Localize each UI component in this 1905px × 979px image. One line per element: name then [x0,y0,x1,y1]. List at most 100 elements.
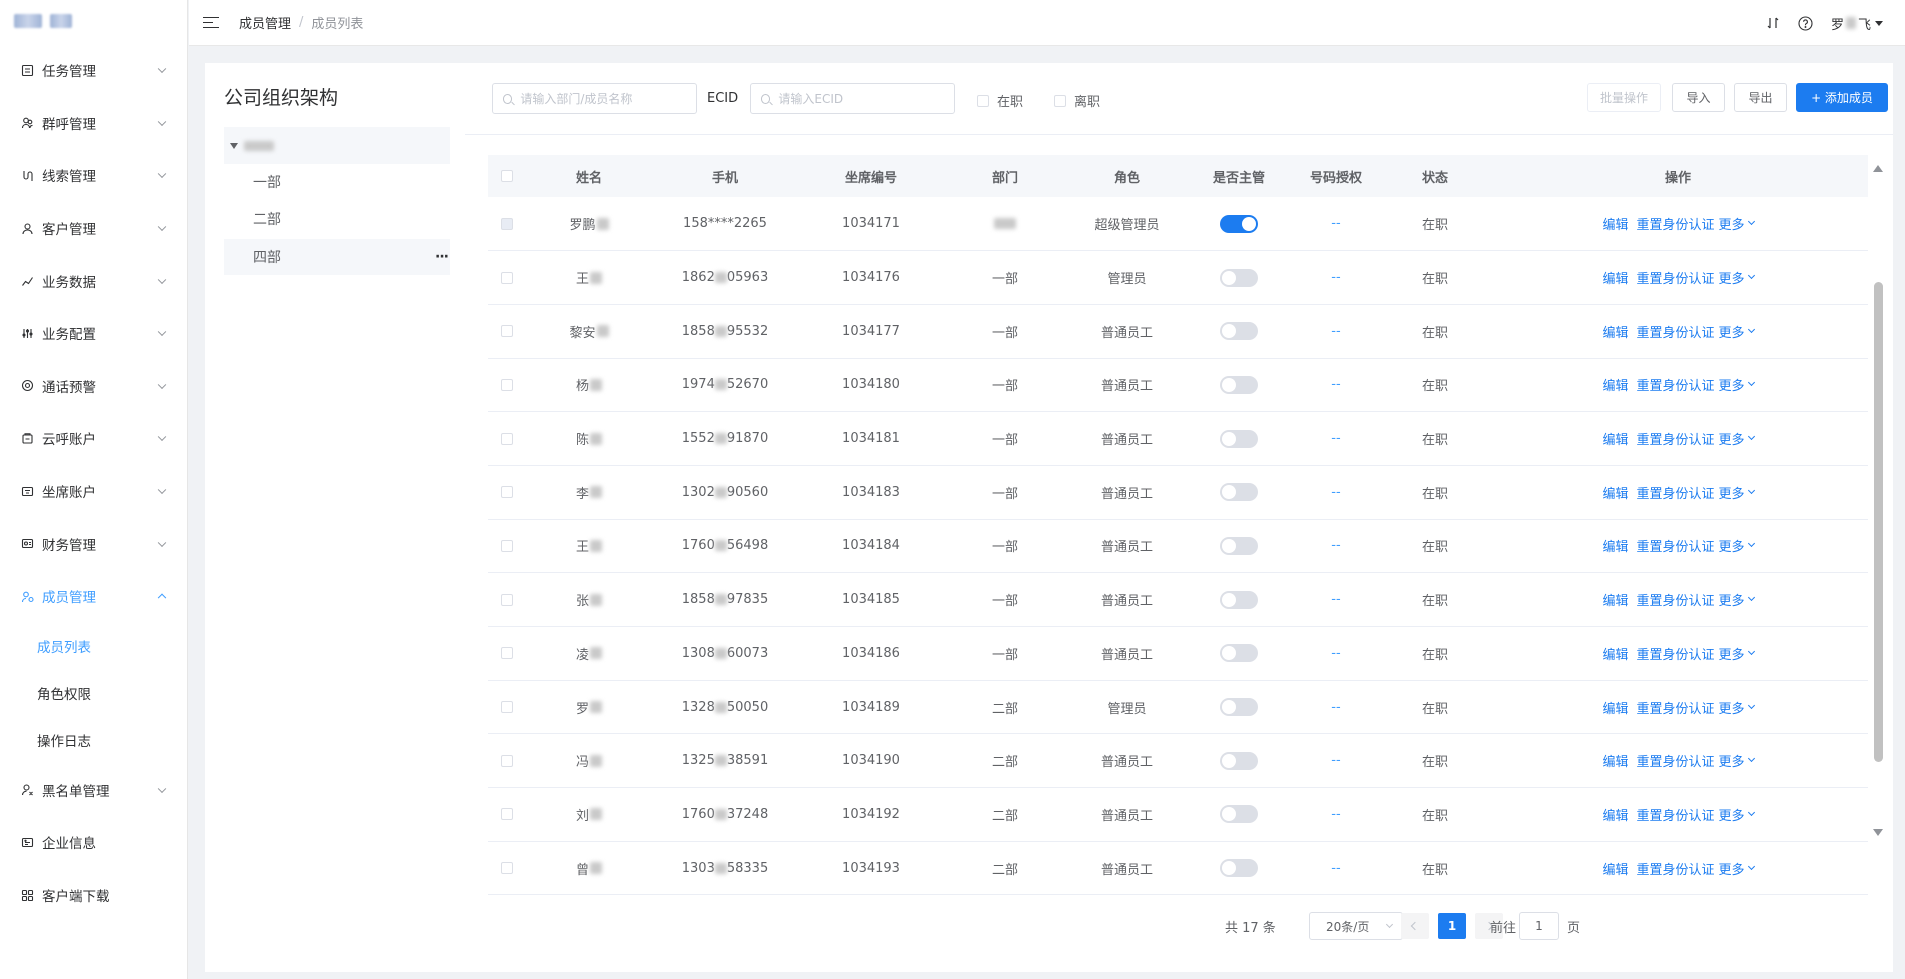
row-select-cell[interactable] [488,626,526,681]
sidebar-subitem-1[interactable]: 角色权限 [0,670,187,717]
row-select-cell[interactable] [488,250,526,305]
row-checkbox[interactable] [501,486,513,499]
more-dropdown[interactable]: 更多 [1719,644,1755,663]
more-dropdown[interactable]: 更多 [1719,751,1755,770]
edit-link[interactable]: 编辑 [1602,322,1628,341]
row-select-cell[interactable] [488,680,526,735]
filter-left-checkbox[interactable]: 离职 [1054,91,1100,110]
prev-page-button[interactable] [1401,913,1429,939]
more-dropdown[interactable]: 更多 [1719,214,1755,233]
page-number-button[interactable]: 1 [1438,913,1466,939]
sidebar-item-group[interactable]: 群呼管理 [0,97,187,150]
manager-toggle[interactable] [1220,375,1258,394]
row-select-cell[interactable] [488,411,526,466]
sidebar-item-route[interactable]: 线索管理 [0,149,187,202]
dept-member-search-field[interactable] [520,91,696,106]
row-select-cell[interactable] [488,197,526,252]
more-dropdown[interactable]: 更多 [1719,590,1755,609]
sidebar-item-company[interactable]: 企业信息 [0,816,187,869]
user-menu[interactable]: 罗 飞 [1831,14,1883,33]
manager-toggle[interactable] [1220,698,1258,717]
manager-toggle[interactable] [1220,859,1258,878]
scroll-up-arrow-icon[interactable] [1873,165,1883,172]
tree-root-node[interactable] [224,127,450,164]
page-size-select[interactable]: 20条/页 [1309,912,1403,940]
more-dropdown[interactable]: 更多 [1719,268,1755,287]
reset-auth-link[interactable]: 重置身份认证 [1636,859,1714,878]
row-select-cell[interactable] [488,572,526,627]
edit-link[interactable]: 编辑 [1602,805,1628,824]
more-dropdown[interactable]: 更多 [1719,805,1755,824]
reset-auth-link[interactable]: 重置身份认证 [1636,375,1714,394]
manager-toggle[interactable] [1220,805,1258,824]
manager-toggle[interactable] [1220,751,1258,770]
reset-auth-link[interactable]: 重置身份认证 [1636,268,1714,287]
filter-active-checkbox[interactable]: 在职 [977,91,1023,110]
reset-auth-link[interactable]: 重置身份认证 [1636,805,1714,824]
search-input[interactable] [492,83,697,114]
row-checkbox[interactable] [501,862,513,875]
import-button[interactable]: 导入 [1672,83,1725,112]
sort-icon[interactable] [1766,16,1780,30]
more-dropdown[interactable]: 更多 [1719,322,1755,341]
checkbox[interactable] [1054,94,1066,107]
row-select-cell[interactable] [488,304,526,359]
sidebar-item-seat-account[interactable]: 坐席账户 [0,465,187,518]
edit-link[interactable]: 编辑 [1602,698,1628,717]
edit-link[interactable]: 编辑 [1602,859,1628,878]
edit-link[interactable]: 编辑 [1602,429,1628,448]
more-dropdown[interactable]: 更多 [1719,698,1755,717]
manager-toggle[interactable] [1220,268,1258,287]
more-dropdown[interactable]: 更多 [1719,483,1755,502]
row-select-cell[interactable] [488,465,526,520]
sidebar-item-sliders[interactable]: 业务配置 [0,307,187,360]
goto-page-input[interactable] [1519,912,1559,940]
row-checkbox[interactable] [501,539,513,552]
more-dropdown[interactable]: 更多 [1719,859,1755,878]
manager-toggle[interactable] [1220,644,1258,663]
row-select-cell[interactable] [488,358,526,413]
reset-auth-link[interactable]: 重置身份认证 [1636,483,1714,502]
row-select-cell[interactable] [488,519,526,574]
sidebar-item-customer[interactable]: 客户管理 [0,202,187,255]
reset-auth-link[interactable]: 重置身份认证 [1636,536,1714,555]
reset-auth-link[interactable]: 重置身份认证 [1636,214,1714,233]
row-checkbox[interactable] [501,647,513,660]
edit-link[interactable]: 编辑 [1602,483,1628,502]
breadcrumb-parent[interactable]: 成员管理 [239,13,291,32]
edit-link[interactable]: 编辑 [1602,590,1628,609]
edit-link[interactable]: 编辑 [1602,214,1628,233]
reset-auth-link[interactable]: 重置身份认证 [1636,644,1714,663]
sidebar-item-blacklist[interactable]: 黑名单管理 [0,764,187,817]
row-select-cell[interactable] [488,733,526,789]
table-scrollbar[interactable] [1869,163,1887,843]
sidebar-item-download[interactable]: 客户端下载 [0,869,187,922]
checkbox[interactable] [977,94,989,107]
sidebar-item-member[interactable]: 成员管理 [0,570,187,623]
sidebar-item-finance[interactable]: 财务管理 [0,517,187,570]
manager-toggle[interactable] [1220,590,1258,609]
row-checkbox[interactable] [501,701,513,714]
edit-link[interactable]: 编辑 [1602,644,1628,663]
sidebar-item-chart[interactable]: 业务数据 [0,254,187,307]
reset-auth-link[interactable]: 重置身份认证 [1636,429,1714,448]
row-checkbox[interactable] [501,378,513,391]
expand-triangle-icon[interactable] [230,142,238,149]
edit-link[interactable]: 编辑 [1602,375,1628,394]
more-dropdown[interactable]: 更多 [1719,536,1755,555]
row-checkbox[interactable] [501,271,513,284]
more-dots-icon[interactable]: ··· [435,249,449,265]
row-checkbox[interactable] [501,754,513,767]
batch-operation-button[interactable]: 批量操作 [1587,83,1661,112]
row-checkbox[interactable] [501,217,513,230]
sidebar-item-list[interactable]: 任务管理 [0,44,187,97]
add-member-button[interactable]: + 添加成员 [1796,83,1888,112]
sidebar-item-alert[interactable]: 通话预警 [0,360,187,413]
edit-link[interactable]: 编辑 [1602,751,1628,770]
reset-auth-link[interactable]: 重置身份认证 [1636,698,1714,717]
row-checkbox[interactable] [501,808,513,821]
manager-toggle[interactable] [1220,429,1258,448]
select-all-cell[interactable] [488,155,526,197]
edit-link[interactable]: 编辑 [1602,268,1628,287]
edit-link[interactable]: 编辑 [1602,536,1628,555]
